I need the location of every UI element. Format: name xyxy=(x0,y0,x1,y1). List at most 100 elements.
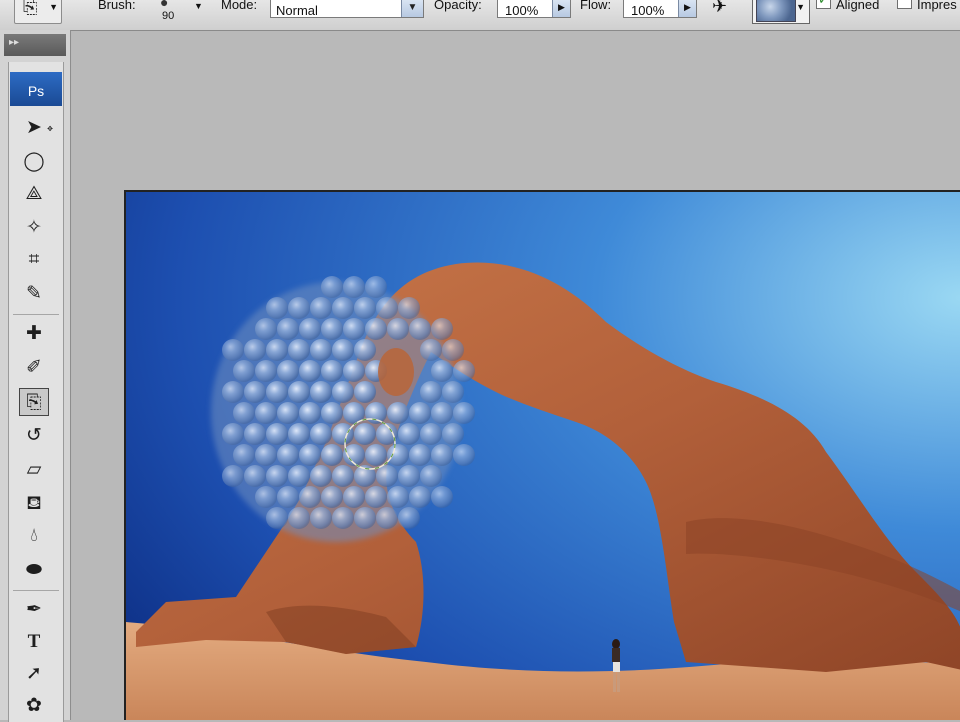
pattern-stamp-icon: ⎘ xyxy=(26,392,42,413)
pattern-bubble xyxy=(398,507,420,529)
pattern-bubble xyxy=(266,423,288,445)
pattern-stamp-tool[interactable]: ⎘ xyxy=(19,388,49,416)
blur-drop-icon: 💧︎ xyxy=(30,525,38,546)
pattern-bubble xyxy=(332,423,354,445)
pattern-bubble xyxy=(310,381,332,403)
aligned-checkbox[interactable] xyxy=(816,0,831,9)
tool-divider xyxy=(13,314,59,315)
tools-panel-header[interactable]: ▸▸ xyxy=(4,34,66,56)
type-tool[interactable]: T xyxy=(19,628,49,656)
pattern-bubble xyxy=(255,486,277,508)
expand-icon[interactable]: ▸▸ xyxy=(9,37,19,48)
opacity-label: Opacity: xyxy=(434,0,482,12)
chevron-down-icon: ▼ xyxy=(796,2,805,12)
tools-strip: Ps ➤ ✥ ◯ ⟁ ✧ ⌗ ✎ ✚ ✐ ⎘ ↺ ▱ ⛾ 💧︎ ⬬ ✒ T ➚ ✿ xyxy=(8,62,64,722)
pattern-bubble xyxy=(431,402,453,424)
opacity-field[interactable]: 100% ▶ xyxy=(497,0,571,18)
history-brush-tool[interactable]: ↺ xyxy=(19,422,49,450)
pen-tool[interactable]: ✒ xyxy=(19,596,49,624)
chevron-down-icon[interactable]: ▼ xyxy=(401,0,423,17)
pattern-bubble xyxy=(354,507,376,529)
pattern-bubble xyxy=(354,339,376,361)
magic-wand-tool[interactable]: ✧ xyxy=(19,214,49,242)
pattern-bubble xyxy=(343,486,365,508)
move-icon: ➤ xyxy=(26,117,42,138)
arrow-icon: ➚ xyxy=(26,663,42,684)
pattern-bubble xyxy=(255,318,277,340)
pattern-swatch xyxy=(756,0,796,22)
arch-photo[interactable] xyxy=(126,192,960,720)
pattern-bubble xyxy=(354,297,376,319)
pattern-bubble xyxy=(255,444,277,466)
custom-shape-tool[interactable]: ✿ xyxy=(19,692,49,720)
brush-picker-arrow[interactable]: ▼ xyxy=(194,1,203,11)
pattern-bubble xyxy=(354,381,376,403)
flow-value: 100% xyxy=(631,3,665,18)
polygonal-lasso-icon: ⟁ xyxy=(25,183,43,204)
pattern-bubble xyxy=(398,465,420,487)
pattern-bubble xyxy=(233,402,255,424)
ellipse-marquee-icon: ◯ xyxy=(23,151,45,172)
flow-label: Flow: xyxy=(580,0,612,12)
shape-icon: ✿ xyxy=(26,695,42,716)
eraser-tool[interactable]: ▱ xyxy=(19,456,49,484)
dodge-tool[interactable]: ⬬ xyxy=(19,556,49,584)
brush-size[interactable]: 90 xyxy=(162,10,174,22)
pattern-bubble xyxy=(310,297,332,319)
pattern-bubble xyxy=(266,381,288,403)
pattern-bubble xyxy=(398,423,420,445)
move-tool[interactable]: ➤ ✥ xyxy=(19,114,53,142)
pattern-bubble xyxy=(255,360,277,382)
pattern-bubble xyxy=(332,381,354,403)
pattern-bubble xyxy=(365,318,387,340)
brush-tool[interactable]: ✐ xyxy=(19,354,49,382)
chevron-right-icon[interactable]: ▶ xyxy=(678,0,696,17)
pattern-bubble xyxy=(277,318,299,340)
pattern-bubble xyxy=(365,402,387,424)
magic-wand-icon: ✧ xyxy=(26,217,42,238)
blur-tool[interactable]: 💧︎ xyxy=(19,522,49,550)
bandage-icon: ✚ xyxy=(26,323,42,344)
pattern-bubble xyxy=(409,318,431,340)
pattern-bubble xyxy=(332,339,354,361)
pattern-bubble xyxy=(442,339,464,361)
path-selection-tool[interactable]: ➚ xyxy=(19,660,49,688)
paint-bucket-icon: ⛾ xyxy=(26,493,42,514)
pattern-bubble xyxy=(409,486,431,508)
flow-field[interactable]: 100% ▶ xyxy=(623,0,697,18)
pattern-bubble xyxy=(277,486,299,508)
pattern-bubble xyxy=(277,444,299,466)
aligned-label: Aligned xyxy=(836,0,880,12)
tool-preset-picker[interactable]: ⎘ ▼ xyxy=(14,0,62,24)
paint-bucket-tool[interactable]: ⛾ xyxy=(19,490,49,518)
impressionist-checkbox[interactable] xyxy=(897,0,912,9)
pattern-bubble xyxy=(343,276,365,298)
healing-brush-tool[interactable]: ✚ xyxy=(19,320,49,348)
pattern-bubble xyxy=(332,465,354,487)
pattern-bubble xyxy=(321,318,343,340)
crop-tool[interactable]: ⌗ xyxy=(19,246,49,274)
options-bar: ⎘ ▼ Brush: ● 90 ▼ Mode: Normal ▼ Opacity… xyxy=(0,0,960,31)
airbrush-icon[interactable]: ✈ xyxy=(712,0,727,17)
pattern-bubble xyxy=(387,402,409,424)
lasso-tool[interactable]: ⟁ xyxy=(19,180,49,208)
pattern-bubble xyxy=(310,465,332,487)
opacity-value: 100% xyxy=(505,3,539,18)
eyedropper-tool[interactable]: ✎ xyxy=(19,280,49,308)
type-icon: T xyxy=(27,631,41,652)
ps-logo[interactable]: Ps xyxy=(10,72,62,106)
pattern-bubble xyxy=(244,465,266,487)
pattern-bubble xyxy=(299,402,321,424)
pattern-bubble xyxy=(244,381,266,403)
mode-select[interactable]: Normal ▼ xyxy=(270,0,424,18)
marquee-tool[interactable]: ◯ xyxy=(19,148,49,176)
pattern-picker[interactable]: ▼ xyxy=(752,0,810,24)
pattern-bubble xyxy=(365,444,387,466)
document-canvas[interactable] xyxy=(124,190,960,720)
chevron-right-icon[interactable]: ▶ xyxy=(552,0,570,17)
mode-value: Normal xyxy=(276,3,318,18)
pattern-bubble xyxy=(420,423,442,445)
pattern-bubble xyxy=(365,486,387,508)
pattern-bubble xyxy=(431,318,453,340)
pattern-bubble xyxy=(310,423,332,445)
